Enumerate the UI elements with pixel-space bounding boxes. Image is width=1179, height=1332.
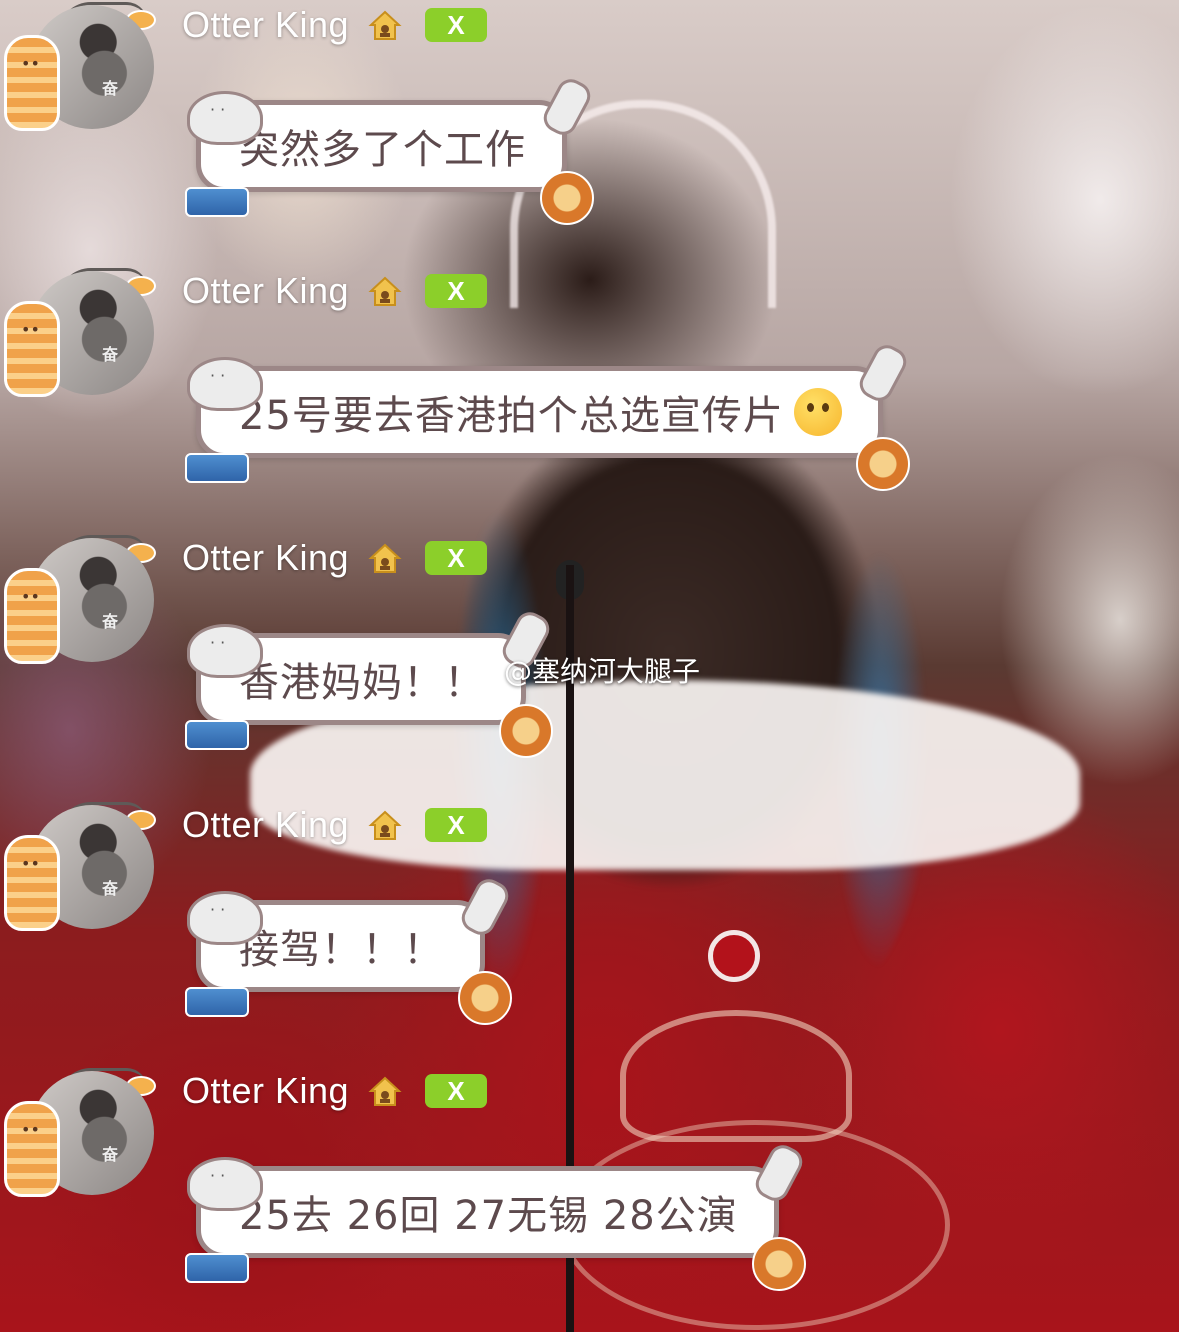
avatar-frame[interactable]: 奋 •• [0,800,170,950]
message-text: 突然多了个工作 [239,127,526,173]
username[interactable]: Otter King [182,1070,349,1112]
chat-message: 奋 •• Otter King X 25号要去香港拍个总选宣传片 [0,266,1179,532]
seal-icon [187,1157,263,1211]
lion-icon [540,171,594,225]
message-bubble[interactable]: 突然多了个工作 [185,74,596,225]
bunny-ear-icon [456,874,514,940]
chat-message: 奋 •• Otter King X 突然多了个工作 [0,0,1179,266]
avatar-shirt-text: 奋 [102,612,119,631]
seal-icon [187,891,263,945]
lion-icon [499,704,553,758]
message-header: Otter King X [182,800,488,850]
water-gun-icon [185,987,249,1017]
avatar-frame[interactable]: 奋 •• [0,0,170,150]
message-bubble[interactable]: 25号要去香港拍个总选宣传片 [185,340,912,491]
message-text: 25去 26回 27无锡 28公演 [239,1193,738,1239]
thinking-face-icon [793,388,842,436]
water-gun-icon [185,453,249,483]
water-gun-icon [185,187,249,217]
orange-cat-icon: •• [4,1101,60,1197]
message-text: 接驾！！！ [239,927,444,973]
message-bubble[interactable]: 接驾！！！ [185,874,514,1025]
water-gun-icon [185,1253,249,1283]
message-bubble[interactable]: 25去 26回 27无锡 28公演 [185,1140,807,1291]
avatar-shirt-text: 奋 [102,79,119,98]
orange-cat-icon: •• [4,835,60,931]
house-icon [368,276,402,306]
chat-message: 奋 •• Otter King X 接驾！！！ [0,800,1179,1066]
water-gun-icon [185,720,249,750]
level-badge: X [425,8,488,42]
bunny-ear-icon [750,1140,807,1206]
message-header: Otter King X [182,1066,488,1116]
house-icon [368,543,402,573]
level-badge: X [425,1074,488,1108]
lion-icon [751,1237,806,1291]
weibo-icon [458,657,496,685]
house-icon [368,10,402,40]
orange-cat-icon: •• [4,301,60,397]
avatar-shirt-text: 奋 [102,1145,119,1164]
watermark: @塞纳河大腿子 [458,650,700,690]
lion-icon [855,437,910,491]
avatar-shirt-text: 奋 [102,879,119,898]
message-header: Otter King X [182,533,488,583]
house-icon [368,810,402,840]
orange-cat-icon: •• [4,568,60,664]
username[interactable]: Otter King [182,270,349,312]
level-badge: X [425,541,488,575]
watermark-text: @塞纳河大腿子 [504,655,701,688]
lion-icon [458,971,512,1025]
chat-message: 奋 •• Otter King X 25去 26回 27无锡 28公演 [0,1066,1179,1332]
username[interactable]: Otter King [182,804,349,846]
bunny-ear-icon [538,74,596,140]
orange-cat-icon: •• [4,35,60,131]
message-text: 25号要去香港拍个总选宣传片 [239,393,784,439]
seal-icon [187,91,263,145]
seal-icon [187,357,263,411]
seal-icon [187,624,263,678]
level-badge: X [425,808,488,842]
house-icon [368,1076,402,1106]
avatar-frame[interactable]: 奋 •• [0,266,170,416]
bunny-ear-icon [854,340,912,406]
username[interactable]: Otter King [182,4,349,46]
username[interactable]: Otter King [182,537,349,579]
message-header: Otter King X [182,0,488,50]
message-header: Otter King X [182,266,488,316]
avatar-frame[interactable]: 奋 •• [0,533,170,683]
avatar-shirt-text: 奋 [102,345,119,364]
message-text: 香港妈妈！！ [239,660,485,706]
avatar-frame[interactable]: 奋 •• [0,1066,170,1216]
level-badge: X [425,274,488,308]
